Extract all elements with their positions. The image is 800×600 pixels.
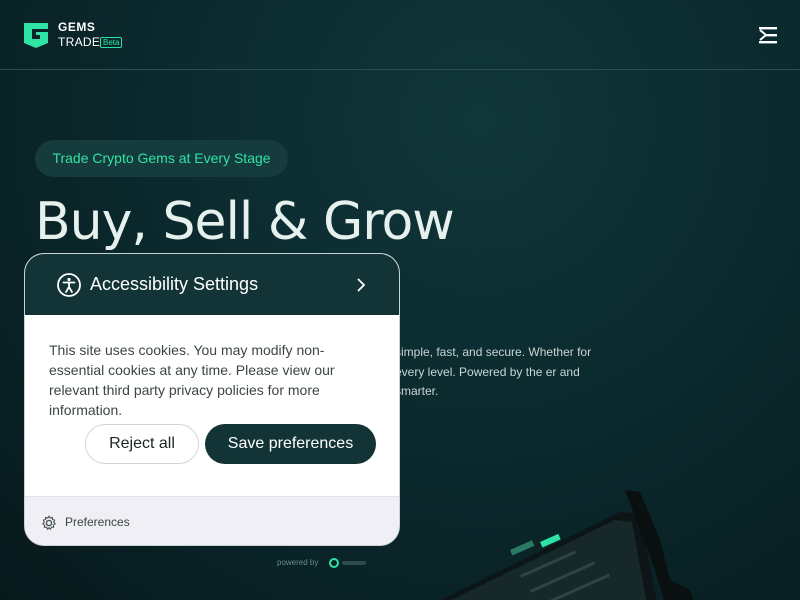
save-preferences-button[interactable]: Save preferences — [205, 424, 376, 464]
tagline-badge: Trade Crypto Gems at Every Stage — [35, 140, 288, 177]
hero-description: simple, fast, and secure. Whether for ev… — [395, 345, 592, 398]
hero-headline: Buy, Sell & Grow — [35, 192, 455, 252]
trading-tablet-image — [440, 490, 694, 600]
reject-all-button[interactable]: Reject all — [85, 424, 199, 464]
accessibility-icon — [57, 273, 81, 297]
provider-logo-icon — [329, 558, 366, 568]
chevron-right-icon — [357, 278, 366, 292]
beta-badge: Beta — [100, 37, 123, 48]
brand-name-top: GEMS — [58, 20, 96, 34]
gear-icon[interactable] — [41, 515, 57, 531]
gems-logo-icon[interactable] — [20, 19, 52, 49]
cookie-modal-footer: Preferences — [25, 496, 399, 545]
cookie-consent-modal: Accessibility Settings This site uses co… — [24, 253, 400, 546]
accessibility-settings-title: Accessibility Settings — [90, 274, 259, 294]
brand-name-bottom: TRADE — [58, 35, 101, 49]
cookie-notice-text: This site uses cookies. You may modify n… — [49, 342, 335, 418]
accessibility-settings-header[interactable]: Accessibility Settings — [25, 254, 399, 315]
preferences-link[interactable]: Preferences — [65, 515, 130, 529]
powered-by-label: powered by — [277, 558, 319, 567]
hamburger-menu-icon[interactable] — [756, 24, 780, 46]
top-navbar: GEMS TRADE Beta — [0, 0, 800, 70]
